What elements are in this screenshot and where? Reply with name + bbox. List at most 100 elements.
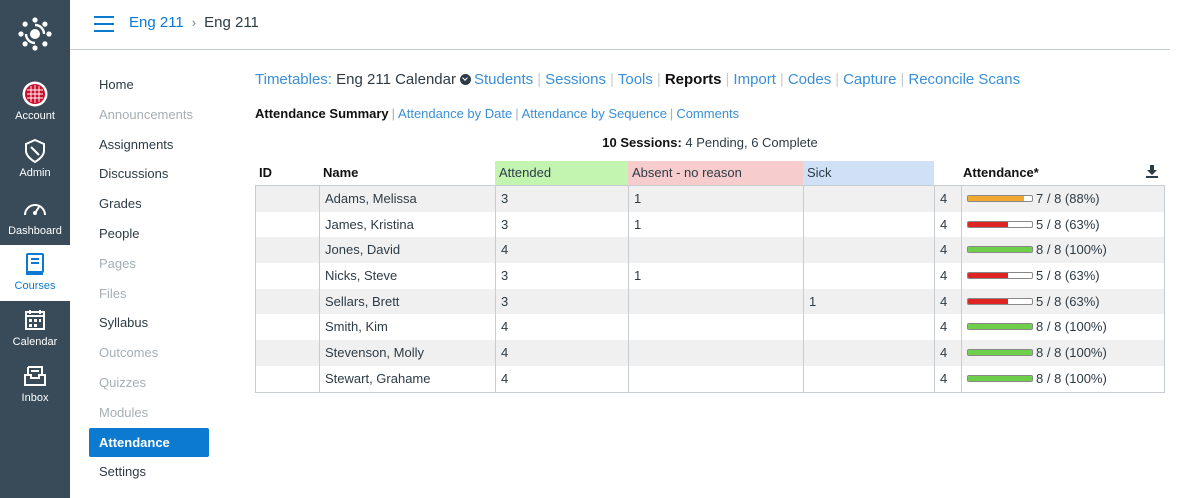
cell-id (256, 263, 320, 289)
attendance-text: 5 / 8 (63%) (1036, 216, 1100, 232)
cell-total: 4 (935, 186, 962, 212)
cell-total: 4 (935, 237, 962, 264)
attendance-progress-bar (967, 195, 1033, 202)
attendance-text: 8 / 8 (100%) (1036, 242, 1107, 258)
course-nav-files[interactable]: Files (89, 279, 209, 309)
cell-attendance: 7 / 8 (88%) (962, 186, 1164, 212)
attendance-tool-nav: Timetables: Eng 211 Calendar Students | Ses… (255, 71, 1020, 88)
course-nav-discussions[interactable]: Discussions (89, 159, 209, 189)
cell-attended: 4 (496, 365, 629, 392)
cell-attended: 4 (496, 340, 629, 366)
course-nav-home[interactable]: Home (89, 70, 209, 100)
global-nav-admin[interactable]: Admin (0, 132, 70, 188)
attendance-text: 5 / 8 (63%) (1036, 293, 1100, 309)
attendance-progress-bar (967, 220, 1033, 228)
cell-id (256, 288, 320, 315)
global-nav-label: Inbox (21, 392, 49, 404)
col-name[interactable]: Name (319, 161, 495, 185)
comments-link[interactable]: Comments (676, 106, 739, 121)
attendance-text: 8 / 8 (100%) (1036, 370, 1107, 386)
attendance-summary-current: Attendance Summary (255, 106, 389, 121)
cell-absent: 1 (629, 263, 804, 289)
tools-link[interactable]: Tools (618, 71, 653, 88)
cell-absent (629, 237, 804, 264)
global-nav-courses[interactable]: Courses (0, 245, 70, 301)
breadcrumb-course-link[interactable]: Eng 211 (129, 14, 184, 31)
course-nav-settings[interactable]: Settings (89, 457, 209, 487)
breadcrumb: Eng 211 › Eng 211 (129, 14, 259, 31)
col-attendance[interactable]: Attendance* (959, 161, 1139, 185)
course-nav-syllabus[interactable]: Syllabus (89, 308, 209, 338)
global-nav-dashboard[interactable]: Dashboard (0, 190, 70, 246)
cell-name: James, Kristina (320, 211, 496, 238)
divider: | (609, 71, 614, 88)
canvas-logo-icon[interactable] (0, 0, 70, 68)
divider: | (537, 71, 542, 88)
global-nav-account[interactable]: Account (0, 75, 70, 131)
cell-attendance: 5 / 8 (63%) (962, 212, 1164, 238)
download-icon[interactable] (1146, 165, 1158, 179)
cell-absent (629, 365, 804, 392)
global-nav-label: Dashboard (8, 225, 62, 237)
cell-attendance: 8 / 8 (100%) (962, 237, 1164, 263)
attendance-text: 8 / 8 (100%) (1036, 319, 1107, 335)
report-sub-nav: Attendance Summary | Attendance by Date | At… (255, 106, 739, 121)
course-nav-attendance[interactable]: Attendance (89, 427, 209, 458)
cell-absent: 1 (629, 186, 804, 212)
cell-name: Stewart, Grahame (320, 365, 496, 392)
breadcrumb-current: Eng 211 (204, 14, 259, 31)
students-link[interactable]: Students (474, 71, 533, 88)
calendar-icon (22, 307, 48, 333)
attendance-by-date-link[interactable]: Attendance by Date (398, 106, 512, 121)
cell-id (256, 237, 320, 264)
divider: | (900, 71, 905, 88)
cell-absent: 1 (629, 211, 804, 238)
col-sick[interactable]: Sick (803, 161, 934, 185)
cell-attended: 3 (496, 186, 629, 212)
col-id[interactable]: ID (255, 161, 319, 185)
course-nav-grades[interactable]: Grades (89, 189, 209, 219)
table-row: Stewart, Grahame 4 4 8 / 8 (100%) (256, 365, 1164, 392)
admin-shield-icon (22, 138, 48, 164)
cell-total: 4 (935, 314, 962, 341)
divider: | (725, 71, 730, 88)
course-nav-announcements[interactable]: Announcements (89, 100, 209, 130)
cell-id (256, 211, 320, 238)
course-nav-pages[interactable]: Pages (89, 249, 209, 279)
global-nav-calendar[interactable]: Calendar (0, 301, 70, 357)
cell-total: 4 (935, 211, 962, 238)
reconcile-scans-link[interactable]: Reconcile Scans (908, 71, 1020, 88)
col-attended[interactable]: Attended (495, 161, 628, 185)
global-nav-inbox[interactable]: Inbox (0, 357, 70, 413)
col-absent-no-reason[interactable]: Absent - no reason (628, 161, 803, 185)
course-nav-quizzes[interactable]: Quizzes (89, 368, 209, 398)
capture-link[interactable]: Capture (843, 71, 896, 88)
import-link[interactable]: Import (733, 71, 776, 88)
course-nav-assignments[interactable]: Assignments (89, 130, 209, 160)
codes-link[interactable]: Codes (788, 71, 831, 88)
sessions-link[interactable]: Sessions (545, 71, 606, 88)
divider: | (656, 71, 661, 88)
cell-attended: 4 (496, 237, 629, 264)
divider: | (515, 106, 519, 121)
attendance-text: 7 / 8 (88%) (1036, 191, 1100, 206)
cell-total: 4 (935, 365, 962, 392)
calendar-dropdown-icon[interactable] (459, 74, 471, 85)
timetables-link[interactable]: Timetables: (255, 71, 332, 88)
cell-name: Stevenson, Molly (320, 340, 496, 366)
sessions-count: 10 Sessions: (602, 135, 682, 150)
cell-sick (804, 263, 935, 289)
cell-attendance: 5 / 8 (63%) (962, 263, 1164, 289)
table-row: Nicks, Steve 3 1 4 5 / 8 (63%) (256, 263, 1164, 289)
hamburger-menu-icon[interactable] (94, 16, 114, 32)
divider: | (779, 71, 784, 88)
course-nav-people[interactable]: People (89, 219, 209, 249)
table-row: Smith, Kim 4 4 8 / 8 (100%) (256, 314, 1164, 341)
cell-attendance: 8 / 8 (100%) (962, 366, 1164, 392)
course-nav-outcomes[interactable]: Outcomes (89, 338, 209, 368)
divider: | (669, 106, 674, 121)
course-nav-modules[interactable]: Modules (89, 398, 209, 428)
cell-attended: 3 (496, 288, 629, 315)
sessions-detail: 4 Pending, 6 Complete (685, 135, 818, 150)
attendance-by-sequence-link[interactable]: Attendance by Sequence (522, 106, 667, 121)
